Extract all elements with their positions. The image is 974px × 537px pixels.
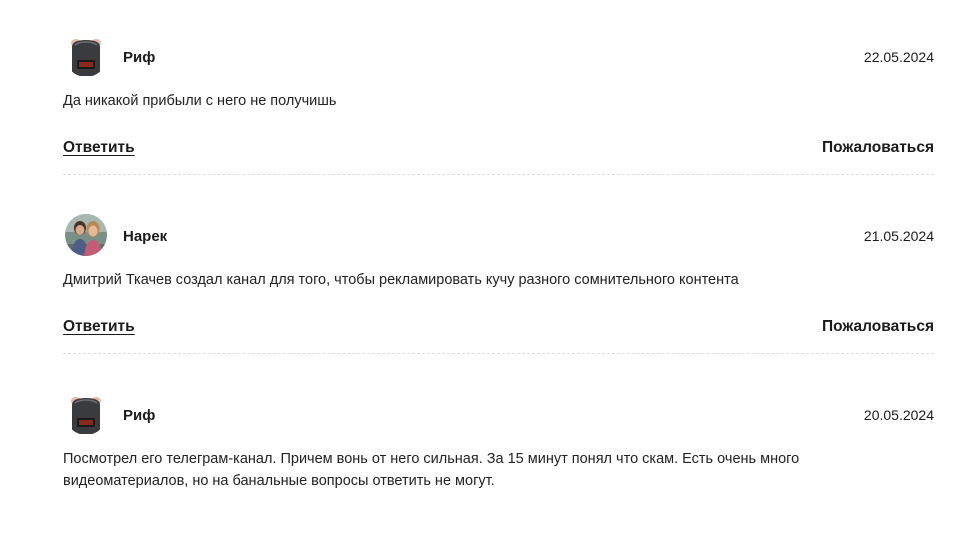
helmet-avatar-icon [65,35,107,77]
comment-item: Риф 20.05.2024 Посмотрел его телеграм-ка… [63,358,934,537]
comment-author: Риф [123,49,156,66]
comment-header: Риф 22.05.2024 [63,35,934,80]
comment-text: Дмитрий Ткачев создал канал для того, чт… [63,272,739,288]
report-link[interactable]: Пожаловаться [822,318,934,336]
photo-avatar-icon [65,214,107,256]
comment-header: Риф 20.05.2024 [63,393,934,438]
avatar [65,35,107,77]
comments-list: Риф 22.05.2024 Да никакой прибыли с него… [63,0,934,537]
comment-text: Да никакой прибыли с него не получишь [63,93,337,109]
comment-actions: Ответить Пожаловаться [63,139,934,161]
comment-item: Риф 22.05.2024 Да никакой прибыли с него… [63,0,934,179]
divider [63,353,934,354]
comment-date: 20.05.2024 [863,407,934,423]
comment-date: 21.05.2024 [863,228,934,244]
helmet-avatar-icon [65,393,107,435]
comment-item: Нарек 21.05.2024 Дмитрий Ткачев создал к… [63,179,934,358]
comment-author: Риф [123,407,156,424]
avatar [65,214,107,256]
comment-date: 22.05.2024 [863,49,934,65]
report-link[interactable]: Пожаловаться [822,139,934,157]
comment-header: Нарек 21.05.2024 [63,214,934,259]
comment-text: Посмотрел его телеграм-канал. Причем вон… [63,451,800,489]
comment-author: Нарек [123,228,168,245]
divider [63,174,934,175]
reply-link[interactable]: Ответить [63,318,135,336]
reply-link[interactable]: Ответить [63,139,135,157]
avatar [65,393,107,435]
comment-actions: Ответить Пожаловаться [63,318,934,340]
